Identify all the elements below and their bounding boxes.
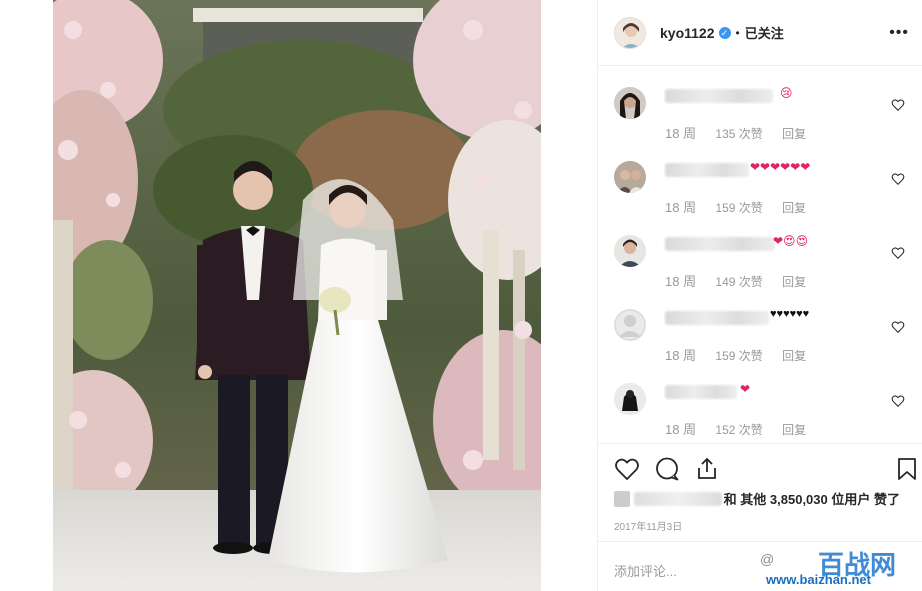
comment-age[interactable]: 18 周	[665, 422, 696, 437]
bookmark-icon[interactable]	[894, 456, 920, 482]
blurred-comment-text	[665, 237, 775, 251]
follow-status-button[interactable]: 已关注	[745, 23, 784, 42]
wedding-photo[interactable]	[53, 0, 541, 591]
comment-meta: 18 周 152 次赞 回复	[665, 419, 822, 438]
comment-like-count[interactable]: 159 次赞	[715, 201, 762, 215]
comment-meta: 18 周 159 次赞 回复	[665, 197, 822, 216]
comment-item: ❤😍😍 18 周 149 次赞 回复	[598, 215, 922, 289]
post-side-panel: kyo1122 ✓ • 已关注 ••• 😢 18 周 135 次赞 回复 ❤❤❤…	[597, 0, 922, 591]
reply-button[interactable]: 回复	[782, 275, 806, 289]
comment-age[interactable]: 18 周	[665, 274, 696, 289]
blurred-liker-name	[633, 492, 722, 506]
comment-emoji: 😢	[780, 86, 793, 100]
comment-emoji: ❤😍😍	[773, 234, 809, 248]
add-comment-input[interactable]: 添加评论...	[598, 541, 922, 591]
liker-avatar[interactable]	[614, 491, 630, 507]
blurred-comment-text	[665, 311, 769, 325]
commenter-avatar[interactable]	[614, 309, 646, 341]
heart-icon[interactable]	[891, 320, 905, 334]
comment-meta: 18 周 149 次赞 回复	[665, 271, 822, 290]
comment-age[interactable]: 18 周	[665, 126, 696, 141]
reply-button[interactable]: 回复	[782, 349, 806, 363]
author-avatar[interactable]	[614, 16, 646, 49]
comment-emoji: ❤❤❤❤❤❤	[750, 160, 811, 174]
comment-item: ❤ 18 周 152 次赞 回复	[598, 363, 922, 437]
comment-like-count[interactable]: 149 次赞	[715, 275, 762, 289]
commenter-avatar[interactable]	[614, 235, 646, 267]
post-header: kyo1122 ✓ • 已关注 •••	[598, 0, 922, 66]
commenter-avatar[interactable]	[614, 87, 646, 119]
likes-count[interactable]: 3,850,030	[770, 492, 828, 507]
comment-like-count[interactable]: 152 次赞	[715, 423, 762, 437]
comment-list: 😢 18 周 135 次赞 回复 ❤❤❤❤❤❤ 18 周 159 次赞 回复 ❤…	[598, 67, 922, 442]
more-icon[interactable]: •••	[889, 24, 909, 42]
heart-icon[interactable]	[614, 456, 640, 482]
share-icon[interactable]	[694, 456, 720, 482]
comment-meta: 18 周 159 次赞 回复	[665, 345, 822, 364]
heart-icon[interactable]	[891, 246, 905, 260]
likes-prefix: 和	[723, 492, 737, 507]
comment-meta: 18 周 135 次赞 回复	[665, 123, 822, 142]
reply-button[interactable]: 回复	[782, 127, 806, 141]
likes-others-link[interactable]: 其他	[740, 492, 766, 507]
post-date[interactable]: 2017年11月3日	[614, 518, 682, 533]
commenter-avatar[interactable]	[614, 161, 646, 193]
reply-button[interactable]: 回复	[782, 201, 806, 215]
verified-icon: ✓	[718, 26, 731, 39]
likes-unit[interactable]: 位用户	[831, 492, 870, 507]
comment-emoji: ❤	[740, 382, 751, 396]
blurred-comment-text	[665, 163, 749, 177]
comment-age[interactable]: 18 周	[665, 200, 696, 215]
heart-icon[interactable]	[891, 98, 905, 112]
reply-button[interactable]: 回复	[782, 423, 806, 437]
heart-icon[interactable]	[891, 394, 905, 408]
comment-like-count[interactable]: 135 次赞	[715, 127, 762, 141]
comment-item: ❤❤❤❤❤❤ 18 周 159 次赞 回复	[598, 141, 922, 215]
heart-icon[interactable]	[891, 172, 905, 186]
blurred-comment-text	[665, 89, 773, 103]
comment-age[interactable]: 18 周	[665, 348, 696, 363]
author-username[interactable]: kyo1122	[660, 25, 715, 41]
action-bar	[598, 443, 922, 493]
post-media	[0, 0, 597, 591]
likes-suffix: 赞了	[874, 492, 901, 507]
comment-icon[interactable]	[654, 456, 680, 482]
likes-summary: 和 其他 3,850,030 位用户 赞了	[614, 489, 900, 507]
comment-emoji: ♥♥♥♥♥♥	[770, 308, 810, 320]
comment-item: 😢 18 周 135 次赞 回复	[598, 67, 922, 141]
header-separator: •	[735, 25, 740, 40]
comment-item: ♥♥♥♥♥♥ 18 周 159 次赞 回复	[598, 289, 922, 363]
commenter-avatar[interactable]	[614, 383, 646, 415]
blurred-comment-text	[665, 385, 737, 399]
comment-like-count[interactable]: 159 次赞	[715, 349, 762, 363]
